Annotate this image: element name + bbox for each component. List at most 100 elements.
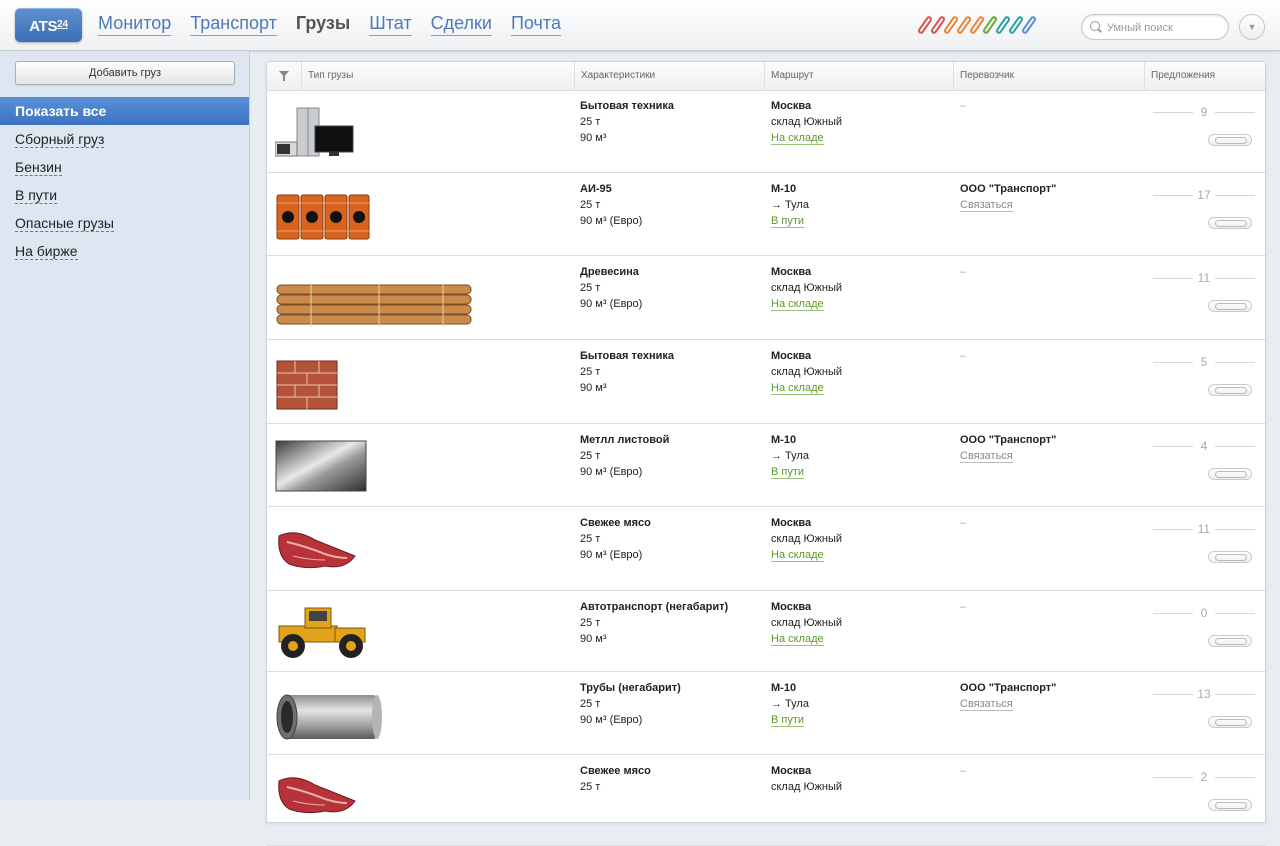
- attach-clip-button[interactable]: [1208, 799, 1252, 811]
- route-from: М-10: [771, 183, 797, 195]
- offers-number: 0: [1200, 606, 1208, 620]
- cargo-status-link[interactable]: На складе: [771, 382, 824, 395]
- paperclip-icon[interactable]: [945, 15, 957, 35]
- offers-count[interactable]: 0: [1153, 605, 1255, 621]
- cargo-name: АИ-95: [580, 183, 612, 195]
- attach-clip-button[interactable]: [1208, 716, 1252, 728]
- nav-deals[interactable]: Сделки: [430, 12, 492, 36]
- cargo-status-link[interactable]: На складе: [771, 132, 824, 145]
- table-row[interactable]: Свежее мясо 25 т 90 м³ (Евро) Москва скл…: [267, 507, 1265, 591]
- column-header-characteristics[interactable]: Характеристики: [574, 62, 764, 90]
- attach-clip-button[interactable]: [1208, 217, 1252, 229]
- table-row[interactable]: Автотранспорт (негабарит) 25 т 90 м³ Мос…: [267, 591, 1265, 672]
- sidebar-item-petrol[interactable]: Бензин: [0, 153, 249, 181]
- cargo-status-link[interactable]: На складе: [771, 298, 824, 311]
- cargo-status-link[interactable]: В пути: [771, 215, 805, 228]
- cargo-name: Свежее мясо: [580, 765, 651, 777]
- column-header-offers[interactable]: Предложения: [1144, 62, 1265, 90]
- chevron-down-icon: ▼: [1247, 22, 1257, 32]
- table-row[interactable]: Свежее мясо 25 т Москва склад Южный – 2: [267, 755, 1265, 846]
- logo-superscript: 24: [57, 19, 68, 30]
- paperclip-icon[interactable]: [958, 15, 970, 35]
- column-header-route[interactable]: Маршрут: [764, 62, 953, 90]
- cargo-status-link[interactable]: На складе: [771, 549, 824, 562]
- cargo-status-link[interactable]: В пути: [771, 466, 805, 479]
- column-header-carrier[interactable]: Перевозчик: [953, 62, 1144, 90]
- contact-carrier-link[interactable]: Связаться: [960, 698, 1013, 711]
- offers-count[interactable]: 4: [1153, 438, 1255, 454]
- sidebar-item-show-all[interactable]: Показать все: [0, 97, 249, 125]
- table-row[interactable]: Метлл листовой 25 т 90 м³ (Евро) М-10 → …: [267, 424, 1265, 507]
- table-row[interactable]: АИ-95 25 т 90 м³ (Евро) М-10 → Тула В пу…: [267, 173, 1265, 256]
- table-row[interactable]: Бытовая техника 25 т 90 м³ Москва склад …: [267, 90, 1265, 173]
- app-logo[interactable]: ATS24: [15, 8, 82, 42]
- attach-clip-button[interactable]: [1208, 134, 1252, 146]
- sidebar-item-consolidated[interactable]: Сборный груз: [0, 125, 249, 153]
- search-input[interactable]: [1105, 18, 1224, 37]
- attach-clip-button[interactable]: [1208, 468, 1252, 480]
- contact-carrier-link[interactable]: Связаться: [960, 199, 1013, 212]
- table-row[interactable]: Древесина 25 т 90 м³ (Евро) Москва склад…: [267, 256, 1265, 340]
- route-to: склад Южный: [771, 282, 843, 294]
- route-from: Москва: [771, 266, 812, 278]
- nav-cargo[interactable]: Грузы: [296, 12, 350, 36]
- attach-clip-button[interactable]: [1208, 551, 1252, 563]
- attach-clip-button[interactable]: [1208, 635, 1252, 647]
- nav-transport[interactable]: Транспорт: [190, 12, 277, 36]
- table-row[interactable]: Трубы (негабарит) 25 т 90 м³ (Евро) М-10…: [267, 672, 1265, 755]
- sidebar-item-in-transit[interactable]: В пути: [0, 181, 249, 209]
- sidebar-item-label: Показать все: [15, 103, 107, 119]
- offers-count[interactable]: 2: [1153, 769, 1255, 785]
- sidebar-item-dangerous[interactable]: Опасные грузы: [0, 209, 249, 237]
- nav-staff[interactable]: Штат: [369, 12, 412, 36]
- paperclip-icon[interactable]: [1023, 15, 1035, 35]
- route-from: М-10: [771, 682, 797, 694]
- nav-monitor[interactable]: Монитор: [98, 12, 172, 36]
- cargo-status-link[interactable]: В пути: [771, 714, 805, 727]
- carrier-name: –: [960, 765, 967, 777]
- dropdown-menu-button[interactable]: ▼: [1239, 14, 1265, 40]
- filter-column[interactable]: [267, 62, 301, 90]
- cargo-volume: 90 м³ (Евро): [580, 298, 643, 310]
- route-from: Москва: [771, 350, 812, 362]
- attach-clip-button[interactable]: [1208, 384, 1252, 396]
- paperclip-icon[interactable]: [932, 15, 944, 35]
- offers-number: 9: [1200, 105, 1208, 119]
- filter-icon[interactable]: [279, 71, 289, 81]
- paperclip-icon[interactable]: [971, 15, 983, 35]
- smart-search[interactable]: [1081, 14, 1229, 40]
- paperclip-icon[interactable]: [997, 15, 1009, 35]
- sidebar: Добавить груз Показать все Сборный груз …: [0, 51, 250, 800]
- carrier-name: –: [960, 100, 967, 112]
- cargo-thumbnail-meat: [275, 771, 359, 824]
- cargo-name: Трубы (негабарит): [580, 682, 681, 694]
- contact-carrier-link[interactable]: Связаться: [960, 450, 1013, 463]
- route-to: склад Южный: [771, 116, 843, 128]
- cargo-status-link[interactable]: На складе: [771, 633, 824, 646]
- route-from: Москва: [771, 765, 812, 777]
- nav-mail[interactable]: Почта: [510, 12, 561, 36]
- sidebar-item-exchange[interactable]: На бирже: [0, 237, 249, 265]
- offers-count[interactable]: 17: [1153, 187, 1255, 203]
- cargo-weight: 25 т: [580, 199, 601, 211]
- offers-count[interactable]: 13: [1153, 686, 1255, 702]
- offers-count[interactable]: 11: [1153, 270, 1255, 286]
- cargo-weight: 25 т: [580, 116, 601, 128]
- offers-count[interactable]: 9: [1153, 104, 1255, 120]
- route-from: Москва: [771, 517, 812, 529]
- offers-count[interactable]: 11: [1153, 521, 1255, 537]
- add-cargo-button[interactable]: Добавить груз: [15, 61, 235, 85]
- cargo-name: Метлл листовой: [580, 434, 670, 446]
- paperclip-icon[interactable]: [919, 15, 931, 35]
- table-header: Тип грузы Характеристики Маршрут Перевоз…: [267, 62, 1265, 91]
- offers-count[interactable]: 5: [1153, 354, 1255, 370]
- cargo-thumbnail-appliances: [274, 106, 355, 163]
- paperclip-icon[interactable]: [984, 15, 996, 35]
- carrier-name: ООО "Транспорт": [960, 682, 1057, 694]
- sidebar-filter-list: Показать все Сборный груз Бензин В пути …: [0, 97, 249, 265]
- attach-clip-button[interactable]: [1208, 300, 1252, 312]
- paperclip-icon[interactable]: [1010, 15, 1022, 35]
- cargo-volume: 90 м³ (Евро): [580, 466, 643, 478]
- column-header-cargo-type[interactable]: Тип грузы: [301, 62, 574, 90]
- table-row[interactable]: Бытовая техника 25 т 90 м³ Москва склад …: [267, 340, 1265, 424]
